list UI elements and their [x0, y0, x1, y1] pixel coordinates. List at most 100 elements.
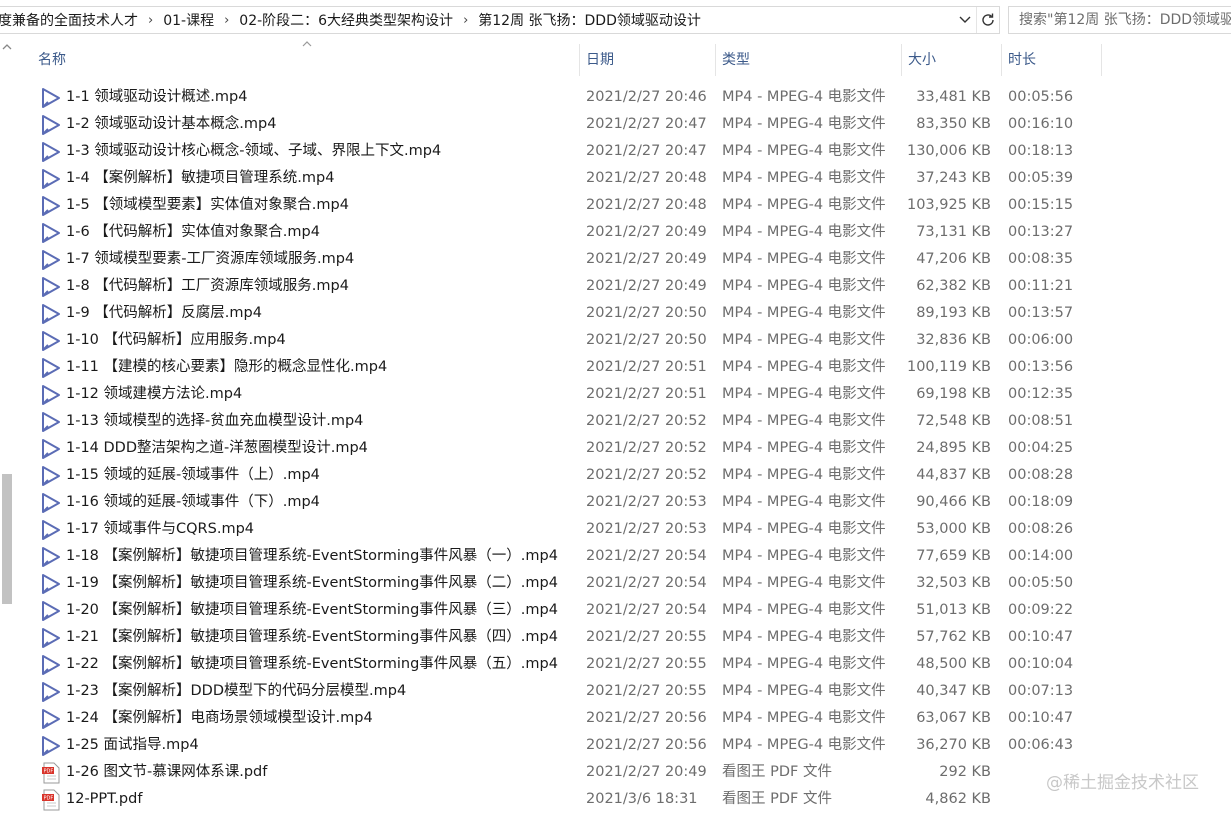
- file-date: 2021/2/27 20:53: [586, 494, 707, 510]
- file-row[interactable]: 1-14 DDD整洁架构之道-洋葱圈模型设计.mp4 2021/2/27 20:5…: [24, 435, 1104, 462]
- file-row[interactable]: PDF 1-26 图文节-慕课网体系课.pdf 2021/2/27 20:49 看图王…: [24, 759, 1104, 786]
- column-header-name[interactable]: 名称: [24, 44, 580, 76]
- file-row[interactable]: 1-7 领域模型要素-工厂资源库领域服务.mp4 2021/2/27 20:49 M…: [24, 246, 1104, 273]
- file-name[interactable]: 1-20 【案例解析】敏捷项目管理系统-EventStorming事件风暴（三）…: [66, 597, 558, 624]
- video-file-icon: [40, 435, 62, 462]
- video-file-icon: [40, 327, 62, 354]
- search-input[interactable]: 搜索"第12周 张飞扬：DDD领域驱动设计": [1008, 6, 1231, 34]
- file-name[interactable]: 1-25 面试指导.mp4: [66, 732, 199, 759]
- file-date: 2021/2/27 20:55: [586, 629, 707, 645]
- file-duration: 00:13:56: [1008, 359, 1074, 375]
- file-duration: 00:08:51: [1008, 413, 1074, 429]
- file-size: 83,350 KB: [916, 116, 991, 132]
- video-file-icon: [40, 732, 62, 759]
- file-row[interactable]: 1-24 【案例解析】电商场景领域模型设计.mp4 2021/2/27 20:56…: [24, 705, 1104, 732]
- file-date: 2021/2/27 20:52: [586, 467, 707, 483]
- file-row[interactable]: 1-18 【案例解析】敏捷项目管理系统-EventStorming事件风暴（一）…: [24, 543, 1104, 570]
- file-name[interactable]: 1-7 领域模型要素-工厂资源库领域服务.mp4: [66, 246, 354, 273]
- file-row[interactable]: 1-2 领域驱动设计基本概念.mp4 2021/2/27 20:47 MP4 - M…: [24, 111, 1104, 138]
- file-duration: 00:06:00: [1008, 332, 1074, 348]
- file-row[interactable]: 1-4 【案例解析】敏捷项目管理系统.mp4 2021/2/27 20:48 MP4…: [24, 165, 1104, 192]
- file-row[interactable]: 1-6 【代码解析】实体值对象聚合.mp4 2021/2/27 20:49 MP4 …: [24, 219, 1104, 246]
- column-header-type[interactable]: 类型: [716, 44, 902, 76]
- file-name[interactable]: 1-8 【代码解析】工厂资源库领域服务.mp4: [66, 273, 349, 300]
- file-row[interactable]: 1-19 【案例解析】敏捷项目管理系统-EventStorming事件风暴（二）…: [24, 570, 1104, 597]
- file-name[interactable]: 1-13 领域模型的选择-贫血充血模型设计.mp4: [66, 408, 363, 435]
- file-duration: 00:08:28: [1008, 467, 1074, 483]
- file-row[interactable]: 1-3 领域驱动设计核心概念-领域、子域、界限上下文.mp4 2021/2/27 …: [24, 138, 1104, 165]
- file-type: 看图王 PDF 文件: [722, 791, 832, 807]
- file-name[interactable]: 1-21 【案例解析】敏捷项目管理系统-EventStorming事件风暴（四）…: [66, 624, 558, 651]
- file-name[interactable]: 1-26 图文节-慕课网体系课.pdf: [66, 759, 267, 786]
- file-duration: 00:05:56: [1008, 89, 1074, 105]
- column-header-size[interactable]: 大小: [902, 44, 1002, 76]
- breadcrumb-chevron-icon[interactable]: ›: [455, 13, 476, 28]
- file-name[interactable]: 1-15 领域的延展-领域事件（上）.mp4: [66, 462, 320, 489]
- scrollbar-thumb[interactable]: [2, 474, 12, 604]
- file-name[interactable]: 1-4 【案例解析】敏捷项目管理系统.mp4: [66, 165, 334, 192]
- file-date: 2021/2/27 20:48: [586, 197, 707, 213]
- file-row[interactable]: 1-15 领域的延展-领域事件（上）.mp4 2021/2/27 20:52 MP4…: [24, 462, 1104, 489]
- address-bar[interactable]: 度兼备的全面技术人才 › 01-课程 › 02-阶段二：6大经典类型架构设计 ›…: [0, 6, 1000, 34]
- file-row[interactable]: 1-9 【代码解析】反腐层.mp4 2021/2/27 20:50 MP4 - MP…: [24, 300, 1104, 327]
- file-row[interactable]: 1-1 领域驱动设计概述.mp4 2021/2/27 20:46 MP4 - MPE…: [24, 84, 1104, 111]
- breadcrumb-chevron-icon[interactable]: ›: [216, 13, 237, 28]
- file-name[interactable]: 1-24 【案例解析】电商场景领域模型设计.mp4: [66, 705, 373, 732]
- file-name[interactable]: 1-11 【建模的核心要素】隐形的概念显性化.mp4: [66, 354, 387, 381]
- file-type: MP4 - MPEG-4 电影文件: [722, 575, 886, 591]
- file-row[interactable]: 1-23 【案例解析】DDD模型下的代码分层模型.mp4 2021/2/27 20…: [24, 678, 1104, 705]
- file-type: MP4 - MPEG-4 电影文件: [722, 602, 886, 618]
- file-duration: 00:05:39: [1008, 170, 1074, 186]
- file-row[interactable]: 1-16 领域的延展-领域事件（下）.mp4 2021/2/27 20:53 MP4…: [24, 489, 1104, 516]
- file-name[interactable]: 1-17 领域事件与CQRS.mp4: [66, 516, 254, 543]
- address-dropdown-icon[interactable]: [954, 7, 976, 33]
- breadcrumb-item-3[interactable]: 02-阶段二：6大经典类型架构设计: [237, 10, 455, 30]
- file-row[interactable]: 1-22 【案例解析】敏捷项目管理系统-EventStorming事件风暴（五）…: [24, 651, 1104, 678]
- file-date: 2021/2/27 20:50: [586, 305, 707, 321]
- file-type: MP4 - MPEG-4 电影文件: [722, 143, 886, 159]
- file-name[interactable]: 1-12 领域建模方法论.mp4: [66, 381, 242, 408]
- file-name[interactable]: 1-1 领域驱动设计概述.mp4: [66, 84, 247, 111]
- file-name[interactable]: 1-23 【案例解析】DDD模型下的代码分层模型.mp4: [66, 678, 406, 705]
- file-row[interactable]: 1-17 领域事件与CQRS.mp4 2021/2/27 20:53 MP4 - M…: [24, 516, 1104, 543]
- file-name[interactable]: 1-5 【领域模型要素】实体值对象聚合.mp4: [66, 192, 349, 219]
- file-name[interactable]: 1-16 领域的延展-领域事件（下）.mp4: [66, 489, 320, 516]
- file-name[interactable]: 1-2 领域驱动设计基本概念.mp4: [66, 111, 276, 138]
- scroll-up-icon[interactable]: [2, 42, 12, 52]
- file-size: 24,895 KB: [916, 440, 991, 456]
- breadcrumb-item-4[interactable]: 第12周 张飞扬：DDD领域驱动设计: [476, 10, 703, 30]
- file-name[interactable]: 1-9 【代码解析】反腐层.mp4: [66, 300, 262, 327]
- file-row[interactable]: 1-13 领域模型的选择-贫血充血模型设计.mp4 2021/2/27 20:52…: [24, 408, 1104, 435]
- file-name[interactable]: 12-PPT.pdf: [66, 786, 142, 813]
- file-row[interactable]: 1-11 【建模的核心要素】隐形的概念显性化.mp4 2021/2/27 20:5…: [24, 354, 1104, 381]
- refresh-icon[interactable]: [976, 7, 998, 33]
- file-name[interactable]: 1-6 【代码解析】实体值对象聚合.mp4: [66, 219, 320, 246]
- file-name[interactable]: 1-22 【案例解析】敏捷项目管理系统-EventStorming事件风暴（五）…: [66, 651, 558, 678]
- file-row[interactable]: 1-25 面试指导.mp4 2021/2/27 20:56 MP4 - MPEG-4…: [24, 732, 1104, 759]
- column-header-date[interactable]: 日期: [580, 44, 716, 76]
- file-row[interactable]: 1-21 【案例解析】敏捷项目管理系统-EventStorming事件风暴（四）…: [24, 624, 1104, 651]
- column-header-duration[interactable]: 时长: [1002, 44, 1102, 76]
- file-name[interactable]: 1-3 领域驱动设计核心概念-领域、子域、界限上下文.mp4: [66, 138, 441, 165]
- breadcrumb-item-2[interactable]: 01-课程: [161, 10, 216, 30]
- video-file-icon: [40, 516, 62, 543]
- file-name[interactable]: 1-19 【案例解析】敏捷项目管理系统-EventStorming事件风暴（二）…: [66, 570, 558, 597]
- file-row[interactable]: 1-10 【代码解析】应用服务.mp4 2021/2/27 20:50 MP4 - …: [24, 327, 1104, 354]
- vertical-scrollbar[interactable]: [0, 40, 14, 813]
- file-name[interactable]: 1-18 【案例解析】敏捷项目管理系统-EventStorming事件风暴（一）…: [66, 543, 558, 570]
- breadcrumb-chevron-icon[interactable]: ›: [140, 13, 161, 28]
- file-row[interactable]: 1-8 【代码解析】工厂资源库领域服务.mp4 2021/2/27 20:49 MP…: [24, 273, 1104, 300]
- file-duration: 00:06:43: [1008, 737, 1074, 753]
- video-file-icon: [40, 300, 62, 327]
- file-row[interactable]: 1-12 领域建模方法论.mp4 2021/2/27 20:51 MP4 - MPE…: [24, 381, 1104, 408]
- file-name[interactable]: 1-10 【代码解析】应用服务.mp4: [66, 327, 286, 354]
- file-row[interactable]: PDF 12-PPT.pdf 2021/3/6 18:31 看图王 PDF 文件 4,8…: [24, 786, 1104, 813]
- file-duration: 00:11:21: [1008, 278, 1074, 294]
- file-size: 90,466 KB: [916, 494, 991, 510]
- file-type: MP4 - MPEG-4 电影文件: [722, 440, 886, 456]
- file-name[interactable]: 1-14 DDD整洁架构之道-洋葱圈模型设计.mp4: [66, 435, 368, 462]
- file-row[interactable]: 1-5 【领域模型要素】实体值对象聚合.mp4 2021/2/27 20:48 MP…: [24, 192, 1104, 219]
- breadcrumb-item-1[interactable]: 度兼备的全面技术人才: [0, 10, 140, 30]
- file-row[interactable]: 1-20 【案例解析】敏捷项目管理系统-EventStorming事件风暴（三）…: [24, 597, 1104, 624]
- file-date: 2021/2/27 20:51: [586, 359, 707, 375]
